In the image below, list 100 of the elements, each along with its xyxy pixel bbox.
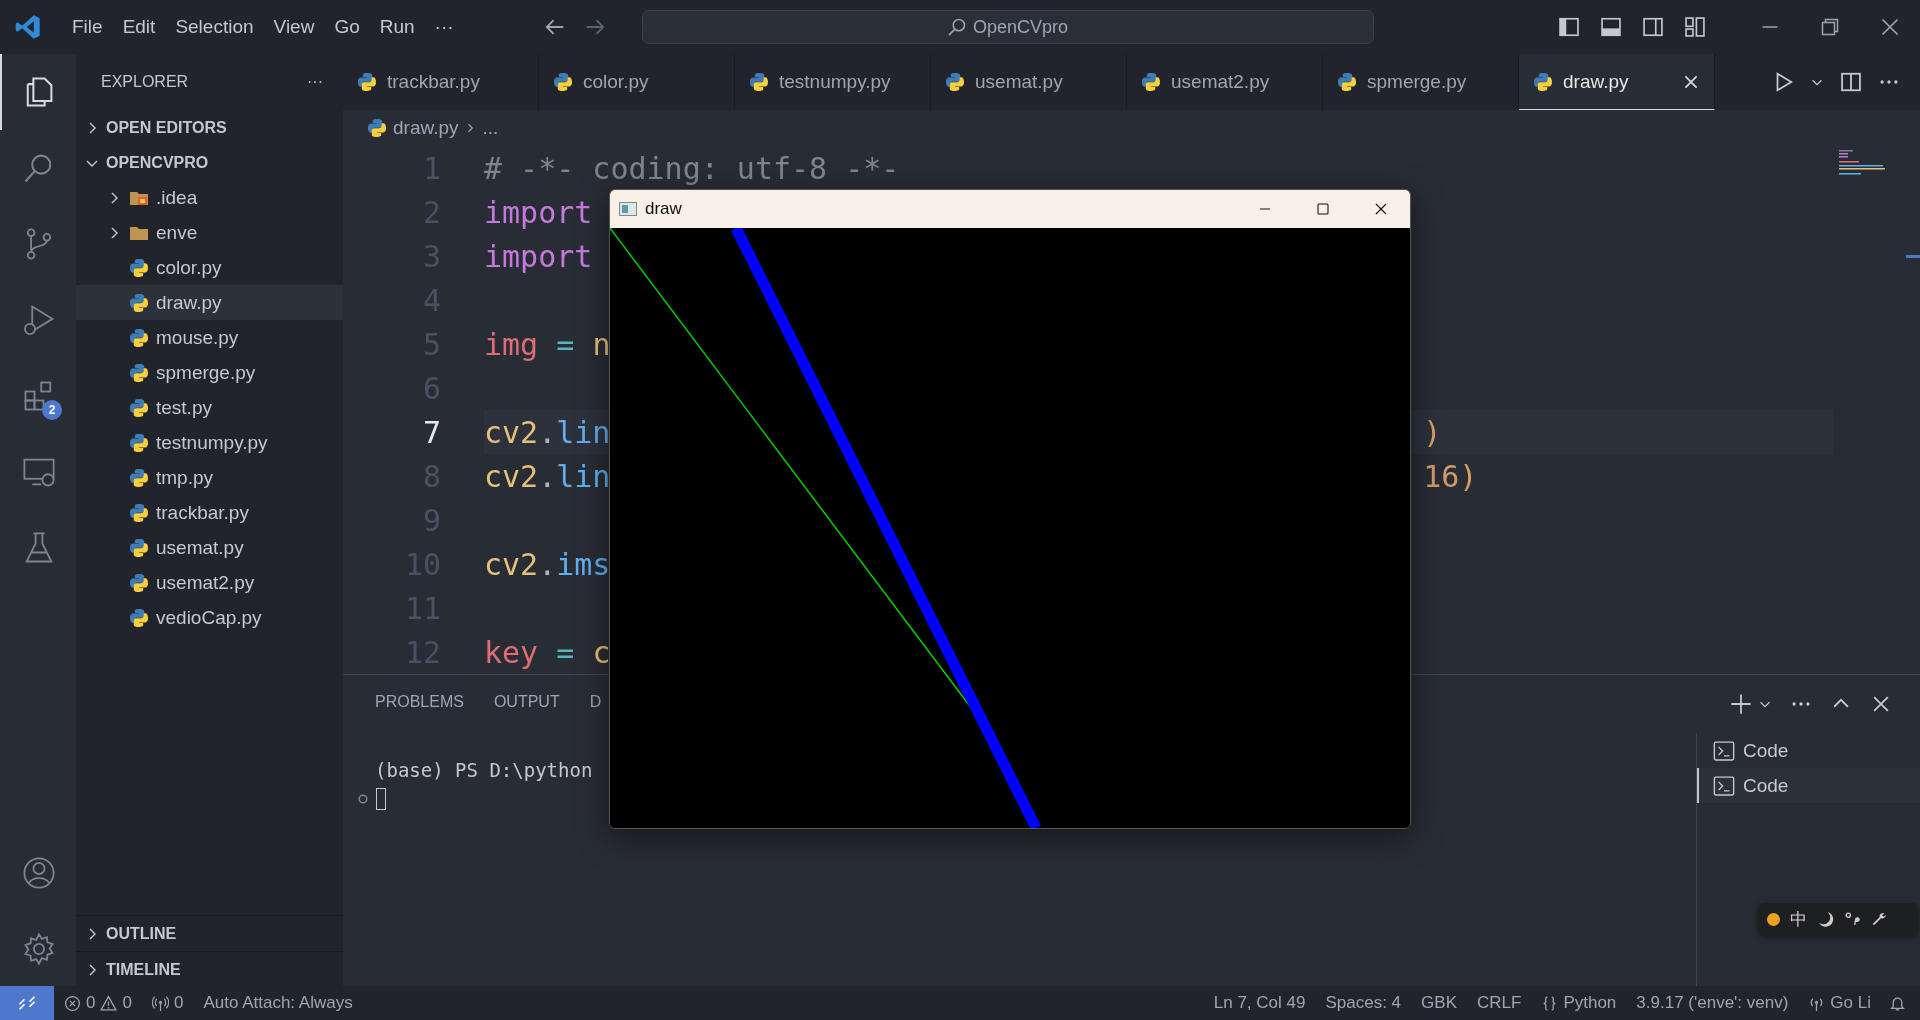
code-text: import xyxy=(484,194,593,230)
warning-icon xyxy=(100,994,118,1012)
editor-tab[interactable]: usemat.py xyxy=(931,54,1127,110)
python-icon xyxy=(1533,71,1553,92)
play-bug-icon[interactable] xyxy=(21,302,57,338)
menu-item[interactable]: View xyxy=(263,12,325,42)
code-text: cv2.ims xyxy=(484,546,611,582)
editor-tab[interactable]: testnumpy.py xyxy=(735,54,931,110)
secondary-sidebar-icon[interactable] xyxy=(1642,16,1664,38)
count-badge: 2 xyxy=(42,400,62,420)
file-tree-item[interactable]: spmerge.py xyxy=(76,355,343,390)
code-text: cv2.lin xyxy=(484,458,611,494)
python-icon xyxy=(129,432,149,453)
error-icon xyxy=(64,994,81,1012)
terminal-cursor xyxy=(376,788,386,810)
section-header[interactable]: OPEN EDITORS xyxy=(76,110,343,145)
settings-icon[interactable] xyxy=(21,931,57,967)
file-tree-item[interactable]: vedioCap.py xyxy=(76,600,343,635)
account-icon[interactable] xyxy=(21,855,57,891)
punctuation-icon[interactable] xyxy=(1844,910,1861,928)
menu-item[interactable]: Go xyxy=(324,12,370,42)
menu-item[interactable]: Edit xyxy=(112,12,166,42)
python-icon xyxy=(129,362,149,383)
python-icon xyxy=(1141,72,1161,92)
editor-tab[interactable]: draw.py xyxy=(1519,54,1715,110)
python-icon xyxy=(129,292,149,313)
sidebar-layout-icon[interactable] xyxy=(1558,16,1580,38)
interpreter-status[interactable]: 3.9.17 ('enve': venv) xyxy=(1626,993,1799,1013)
sidebar-title: EXPLORER xyxy=(101,73,189,91)
python-icon xyxy=(129,537,149,558)
terminal-list-item[interactable]: Code xyxy=(1697,768,1920,803)
status-item[interactable]: GBK xyxy=(1411,993,1467,1013)
maximize-icon xyxy=(1316,202,1330,216)
file-tree-item[interactable]: .idea xyxy=(76,180,343,215)
python-icon xyxy=(129,502,149,523)
status-item[interactable]: CRLF xyxy=(1467,993,1532,1013)
search-icon xyxy=(947,17,968,37)
editor-tab[interactable]: usemat2.py xyxy=(1127,54,1323,110)
breadcrumb-item[interactable]: ... xyxy=(482,117,499,139)
file-tree-item[interactable]: test.py xyxy=(76,390,343,425)
minimap-drawing[interactable] xyxy=(1839,150,1887,176)
code-text: img = n xyxy=(484,326,611,362)
menu-item[interactable]: Run xyxy=(369,12,425,42)
menu-item[interactable]: Selection xyxy=(165,12,264,42)
python-icon xyxy=(357,72,377,92)
ports-status[interactable]: 0 xyxy=(141,993,194,1013)
menu-item[interactable]: File xyxy=(62,12,113,42)
editor-tab[interactable]: trackbar.py xyxy=(343,54,539,110)
menu-item[interactable]: ··· xyxy=(424,12,464,42)
wrench-icon[interactable] xyxy=(1871,910,1888,928)
remote-button[interactable] xyxy=(0,986,54,1020)
code-text: ) xyxy=(1423,414,1442,450)
split-editor-icon[interactable] xyxy=(1840,71,1862,93)
file-tree-item[interactable]: enve xyxy=(76,215,343,250)
language-status[interactable]: Python xyxy=(1531,993,1627,1013)
code-text: 16) xyxy=(1423,458,1478,494)
file-tree-item[interactable]: usemat2.py xyxy=(76,565,343,600)
file-tree-item[interactable]: trackbar.py xyxy=(76,495,343,530)
file-tree-item[interactable]: tmp.py xyxy=(76,460,343,495)
panel-tab[interactable]: PROBLEMS xyxy=(375,693,464,735)
python-icon xyxy=(1337,72,1357,92)
section-header[interactable]: OPENCVPRO xyxy=(76,145,343,180)
problems-status[interactable]: 0 0 xyxy=(54,993,142,1013)
status-item[interactable]: Ln 7, Col 49 xyxy=(1203,993,1316,1013)
code-text: cv2.lin xyxy=(484,414,611,450)
python-icon xyxy=(129,327,149,348)
more-actions-button[interactable]: ··· xyxy=(307,73,323,91)
panel-layout-icon[interactable] xyxy=(1600,16,1622,38)
panel-tab[interactable]: D xyxy=(589,693,602,735)
terminal-list-item[interactable]: Code xyxy=(1697,733,1920,768)
input-mode-toggle[interactable]: 中 xyxy=(1790,907,1807,931)
editor-tab[interactable]: color.py xyxy=(539,54,735,110)
file-tree-item[interactable]: testnumpy.py xyxy=(76,425,343,460)
breadcrumb-item[interactable]: draw.py xyxy=(393,117,459,139)
python-icon xyxy=(129,607,149,628)
ime-logo-icon[interactable] xyxy=(1767,912,1780,926)
code-text: # -*- coding: utf-8 -*- xyxy=(484,150,900,186)
auto-attach-status[interactable]: Auto Attach: Always xyxy=(193,993,363,1013)
line-number: 7 xyxy=(421,414,441,450)
python-icon xyxy=(553,72,573,92)
python-icon xyxy=(945,72,965,92)
python-icon xyxy=(749,72,769,92)
file-tree-item[interactable]: usemat.py xyxy=(76,530,343,565)
file-tree-item[interactable]: color.py xyxy=(76,250,343,285)
python-icon xyxy=(129,467,149,488)
file-tree-item[interactable]: draw.py xyxy=(76,285,343,320)
moon-icon[interactable] xyxy=(1817,910,1834,928)
status-item[interactable]: Spaces: 4 xyxy=(1315,993,1412,1013)
live-server-status[interactable]: Go Li xyxy=(1798,993,1881,1013)
panel-tab[interactable]: OUTPUT xyxy=(493,693,560,735)
code-text: import xyxy=(484,238,593,274)
command-center-search[interactable]: OpenCVpro xyxy=(641,10,1374,44)
terminal-icon xyxy=(1713,774,1735,797)
file-tree-item[interactable]: mouse.py xyxy=(76,320,343,355)
code-text: key = c xyxy=(484,634,611,670)
circle-icon xyxy=(358,794,368,804)
layout-grid-icon[interactable] xyxy=(1684,16,1706,38)
window-title: draw xyxy=(645,199,682,219)
plus-icon[interactable] xyxy=(1730,693,1752,715)
antenna-icon xyxy=(151,994,169,1012)
